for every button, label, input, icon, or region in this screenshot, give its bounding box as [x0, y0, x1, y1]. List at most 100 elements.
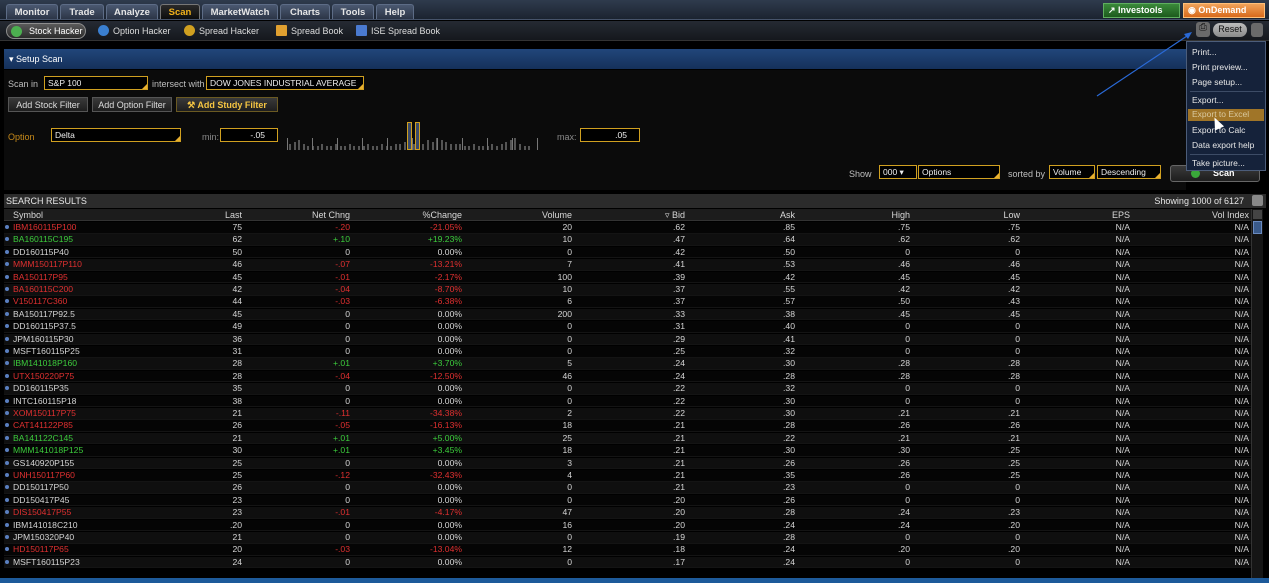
investools-button[interactable]: ↗ Investools	[1103, 3, 1180, 18]
cell-symbol[interactable]: MSFT160115P23	[13, 557, 80, 567]
max-range-handle[interactable]	[415, 122, 420, 150]
cell-symbol[interactable]: MSFT160115P25	[13, 346, 80, 356]
results-scrollbar[interactable]	[1251, 209, 1263, 583]
reset-button[interactable]: Reset	[1213, 23, 1247, 37]
table-row[interactable]: BA150117P95 45 -.01 -2.17% 100 .39 .42 .45 .45 N/…	[4, 271, 1251, 284]
tab-marketwatch[interactable]: MarketWatch	[202, 4, 278, 19]
tab-charts[interactable]: Charts	[280, 4, 330, 19]
min-range-handle[interactable]	[407, 122, 412, 150]
option-field-select[interactable]: Delta	[51, 128, 181, 142]
table-row[interactable]: DD150117P50 26 0 0.00% 0 .21 .23 0 0 N/A N/A	[4, 482, 1251, 495]
table-row[interactable]: DIS150417P55 23 -.01 -4.17% 47 .20 .28 .24 .23 N/…	[4, 507, 1251, 519]
tab-help[interactable]: Help	[376, 4, 414, 19]
cell-symbol[interactable]: JPM150320P40	[13, 532, 74, 542]
cell-symbol[interactable]: BA150117P95	[13, 272, 68, 282]
menu-item-export[interactable]: Export...	[1192, 95, 1224, 105]
results-menu-icon[interactable]	[1252, 195, 1263, 206]
sort-order-select[interactable]: Descending	[1097, 165, 1161, 179]
table-row[interactable]: MMM150117P110 46 -.07 -13.21% 7 .41 .53 .46 .46 N…	[4, 259, 1251, 271]
cell-symbol[interactable]: DD160115P35	[13, 383, 69, 393]
tab-trade[interactable]: Trade	[60, 4, 104, 19]
cell-symbol[interactable]: DD160115P40	[13, 247, 69, 257]
cell-symbol[interactable]: MMM150117P110	[13, 259, 82, 269]
table-row[interactable]: DD160115P35 35 0 0.00% 0 .22 .32 0 0 N/A N/A	[4, 383, 1251, 395]
sorted-by-select[interactable]: Volume	[1049, 165, 1095, 179]
show-type-select[interactable]: Options	[918, 165, 1000, 179]
col-eps[interactable]: EPS	[1054, 210, 1130, 220]
cell-symbol[interactable]: CAT141122P85	[13, 420, 73, 430]
tab-tools[interactable]: Tools	[332, 4, 374, 19]
collapse-triangle-icon[interactable]: ▾	[9, 54, 16, 64]
show-count-select[interactable]: 000 ▾	[879, 165, 917, 179]
cell-symbol[interactable]: IBM160115P100	[13, 222, 76, 232]
menu-item-take-picture[interactable]: Take picture...	[1192, 158, 1245, 168]
cell-symbol[interactable]: BA141122C145	[13, 433, 73, 443]
setup-scan-header[interactable]: ▾ Setup Scan	[4, 49, 1186, 69]
cell-symbol[interactable]: HD150117P65	[13, 544, 69, 554]
table-row[interactable]: CAT141122P85 26 -.05 -16.13% 18 .21 .28 .26 .26 N…	[4, 420, 1251, 433]
col-symbol[interactable]: Symbol	[13, 210, 43, 220]
table-row[interactable]: JPM160115P30 36 0 0.00% 0 .29 .41 0 0 N/A N/A	[4, 333, 1251, 346]
cell-symbol[interactable]: UTX150220P75	[13, 371, 74, 381]
col-ask[interactable]: Ask	[719, 210, 795, 220]
subtab-stock-hacker[interactable]: Stock Hacker	[6, 23, 86, 39]
menu-item-print[interactable]: Print...	[1192, 47, 1217, 57]
add-stock-filter-button[interactable]: Add Stock Filter	[8, 97, 88, 112]
scroll-up-icon[interactable]	[1253, 210, 1262, 219]
printer-icon[interactable]: ⎙	[1196, 22, 1210, 37]
col-bid[interactable]: ▿ Bid	[609, 210, 685, 221]
menu-item-page-setup[interactable]: Page setup...	[1192, 77, 1242, 87]
scan-in-select[interactable]: S&P 100	[44, 76, 148, 90]
subtab-spread-book[interactable]: Spread Book	[276, 23, 343, 39]
col-vol-index[interactable]: Vol Index	[1164, 210, 1249, 220]
cell-symbol[interactable]: IBM141018P160	[13, 358, 77, 368]
subtab-option-hacker[interactable]: Option Hacker	[98, 23, 171, 39]
menu-item-print-preview[interactable]: Print preview...	[1192, 62, 1248, 72]
cell-symbol[interactable]: BA160115C195	[13, 234, 73, 244]
table-row[interactable]: UTX150220P75 28 -.04 -12.50% 46 .24 .28 .28 .28 N…	[4, 370, 1251, 383]
table-row[interactable]: GS140920P155 25 0 0.00% 3 .21 .26 .26 .25 N/A N/A	[4, 457, 1251, 470]
table-row[interactable]: MMM141018P125 30 +.01 +3.45% 18 .21 .30 .30 .25 N…	[4, 445, 1251, 457]
cell-symbol[interactable]: DIS150417P55	[13, 507, 71, 517]
table-row[interactable]: DD150417P45 23 0 0.00% 0 .20 .26 0 0 N/A N/A	[4, 494, 1251, 507]
menu-item-export-to-excel[interactable]: Export to Excel	[1188, 109, 1264, 121]
add-option-filter-button[interactable]: Add Option Filter	[92, 97, 172, 112]
cell-symbol[interactable]: INTC160115P18	[13, 396, 76, 406]
cell-symbol[interactable]: MMM141018P125	[13, 445, 83, 455]
cell-symbol[interactable]: DD150417P45	[13, 495, 69, 505]
cell-symbol[interactable]: DD150117P50	[13, 482, 69, 492]
min-value-spinner[interactable]: -.05	[220, 128, 278, 142]
col-last[interactable]: Last	[164, 210, 242, 220]
intersect-select[interactable]: DOW JONES INDUSTRIAL AVERAGE	[206, 76, 364, 90]
table-row[interactable]: INTC160115P18 38 0 0.00% 0 .22 .30 0 0 N/A N/A	[4, 395, 1251, 408]
table-row[interactable]: IBM141018P160 28 +.01 +3.70% 5 .24 .30 .28 .28 N/…	[4, 358, 1251, 371]
table-row[interactable]: MSFT160115P23 24 0 0.00% 0 .17 .24 0 0 N/A N/A	[4, 556, 1251, 569]
add-study-filter-button[interactable]: ⚒ Add Study Filter	[176, 97, 278, 112]
cell-symbol[interactable]: DD160115P37.5	[13, 321, 76, 331]
table-row[interactable]: V150117C360 44 -.03 -6.38% 6 .37 .57 .50 .43 N/A N…	[4, 296, 1251, 309]
cell-symbol[interactable]: IBM141018C210	[13, 520, 78, 530]
table-row[interactable]: BA141122C145 21 +.01 +5.00% 25 .21 .22 .21 .21 N/…	[4, 432, 1251, 445]
col-low[interactable]: Low	[944, 210, 1020, 220]
table-row[interactable]: JPM150320P40 21 0 0.00% 0 .19 .28 0 0 N/A N/A	[4, 532, 1251, 544]
cell-symbol[interactable]: JPM160115P30	[13, 334, 74, 344]
subtab-ise-spread-book[interactable]: ISE Spread Book	[356, 23, 440, 39]
menu-square-icon[interactable]	[1251, 23, 1263, 37]
table-row[interactable]: XOM150117P75 21 -.11 -34.38% 2 .22 .30 .21 .21 N/…	[4, 408, 1251, 420]
table-row[interactable]: BA150117P92.5 45 0 0.00% 200 .33 .38 .45 .45 N/A N…	[4, 308, 1251, 321]
table-row[interactable]: MSFT160115P25 31 0 0.00% 0 .25 .32 0 0 N/A N/A	[4, 346, 1251, 358]
cell-symbol[interactable]: V150117C360	[13, 296, 67, 306]
cell-symbol[interactable]: BA160115C200	[13, 284, 73, 294]
table-row[interactable]: UNH150117P60 25 -.12 -32.43% 4 .21 .35 .26 .25 N/…	[4, 470, 1251, 482]
delta-distribution-histogram[interactable]	[283, 120, 548, 150]
col-high[interactable]: High	[834, 210, 910, 220]
tab-analyze[interactable]: Analyze	[106, 4, 158, 19]
tab-monitor[interactable]: Monitor	[6, 4, 58, 19]
max-value-spinner[interactable]: .05	[580, 128, 640, 142]
col-pct-change[interactable]: %Change	[384, 210, 462, 220]
table-row[interactable]: DD160115P40 50 0 0.00% 0 .42 .50 0 0 N/A N/A	[4, 246, 1251, 259]
table-row[interactable]: HD150117P65 20 -.03 -13.04% 12 .18 .24 .20 .20 N/…	[4, 544, 1251, 557]
table-row[interactable]: DD160115P37.5 49 0 0.00% 0 .31 .40 0 0 N/A N/A	[4, 321, 1251, 333]
cell-symbol[interactable]: GS140920P155	[13, 458, 74, 468]
table-row[interactable]: IBM160115P100 75 -.20 -21.05% 20 .62 .85 .75 .75…	[4, 222, 1251, 234]
